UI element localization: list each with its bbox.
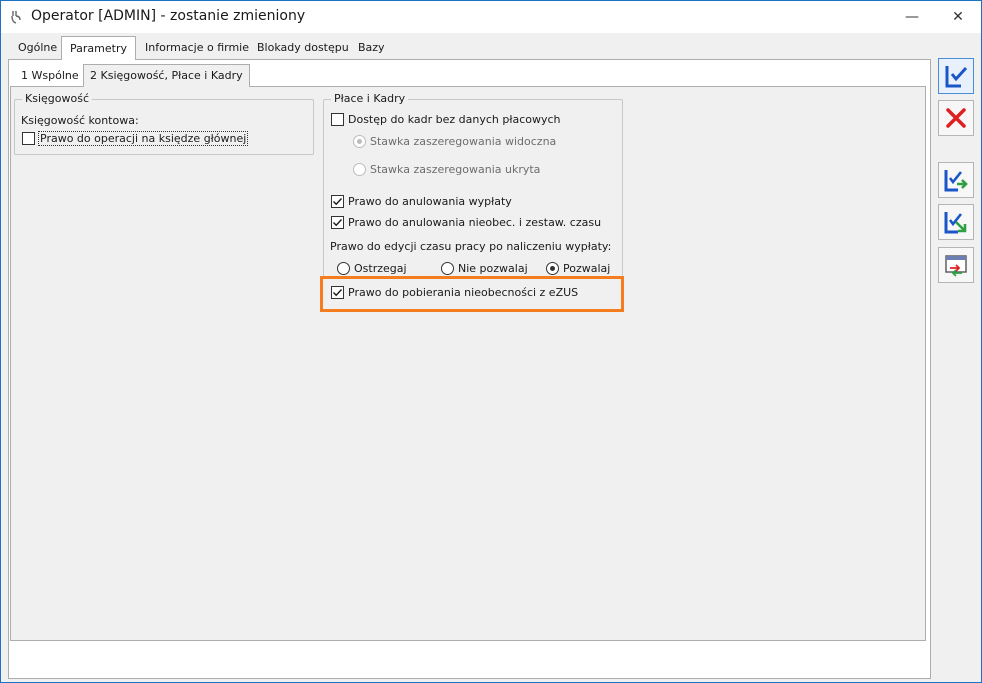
tab-ksiegowosc-place-kadry[interactable]: 2 Księgowość, Płace i Kadry (83, 64, 250, 87)
edycja-czasu-label: Prawo do edycji czasu pracy po naliczeni… (330, 240, 612, 253)
checkbox-label: Prawo do anulowania wypłaty (348, 195, 512, 208)
anulowanie-nieobec-checkbox[interactable]: Prawo do anulowania nieobec. i zestaw. c… (331, 216, 601, 229)
tab-bazy[interactable]: Bazy (350, 39, 393, 59)
check-icon (333, 198, 343, 206)
place-kadry-legend: Płace i Kadry (331, 92, 409, 105)
tab-wspolne[interactable]: 1 Wspólne (15, 67, 85, 86)
minimize-button[interactable]: — (889, 1, 935, 33)
operator-window: Operator [ADMIN] - zostanie zmieniony — … (0, 0, 982, 683)
anulowanie-wyplaty-checkbox[interactable]: Prawo do anulowania wypłaty (331, 195, 512, 208)
minimize-icon: — (905, 9, 919, 25)
highlight-frame (320, 276, 624, 312)
radio-label: Nie pozwalaj (458, 262, 528, 275)
radio-label: Pozwalaj (563, 262, 611, 275)
edycja-nie-pozwalaj-radio[interactable]: Nie pozwalaj (441, 262, 528, 275)
checkbox-label: Prawo do operacji na księdze głównej (37, 131, 249, 146)
radio-button[interactable] (337, 262, 350, 275)
save-next-button[interactable] (938, 162, 974, 198)
checkbox-box[interactable] (331, 113, 344, 126)
save-export-icon (944, 212, 967, 234)
close-icon: ✕ (952, 9, 964, 25)
title-bar: Operator [ADMIN] - zostanie zmieniony — … (1, 1, 981, 33)
cancel-button[interactable] (938, 100, 974, 136)
checkbox-box[interactable] (331, 195, 344, 208)
checkbox-label: Prawo do anulowania nieobec. i zestaw. c… (348, 216, 602, 229)
tab-blokady-dostepu[interactable]: Blokady dostępu (249, 39, 357, 59)
tab-parametry[interactable]: Parametry (61, 36, 136, 60)
checkbox-box[interactable] (22, 132, 35, 145)
radio-button[interactable] (546, 262, 559, 275)
edycja-ostrzegaj-radio[interactable]: Ostrzegaj (337, 262, 407, 275)
prawo-operacji-ksiega-checkbox[interactable]: Prawo do operacji na księdze głównej (22, 131, 249, 146)
dostep-kadr-checkbox[interactable]: Dostęp do kadr bez danych płacowych (331, 113, 561, 126)
change-button[interactable] (938, 247, 974, 283)
checkbox-box[interactable] (331, 216, 344, 229)
radio-label: Stawka zaszeregowania widoczna (370, 135, 557, 148)
stawka-widoczna-radio[interactable]: Stawka zaszeregowania widoczna (353, 135, 556, 148)
check-icon (333, 219, 343, 227)
save-icon (945, 66, 968, 88)
window-title: Operator [ADMIN] - zostanie zmieniony (31, 8, 306, 24)
ksiegowosc-legend: Księgowość (22, 92, 92, 105)
radio-button[interactable] (441, 262, 454, 275)
tab-ogolne[interactable]: Ogólne (10, 39, 65, 59)
tab-informacje-o-firmie[interactable]: Informacje o firmie (137, 39, 257, 59)
app-icon (11, 11, 21, 24)
edycja-pozwalaj-radio[interactable]: Pozwalaj (546, 262, 610, 275)
save-next-icon (944, 170, 968, 192)
close-button[interactable]: ✕ (935, 1, 981, 33)
ksiegowosc-kontowa-label: Księgowość kontowa: (21, 114, 139, 127)
change-icon (945, 255, 967, 277)
ksiegowosc-group: Księgowość (14, 92, 314, 155)
stawka-ukryta-radio[interactable]: Stawka zaszeregowania ukryta (353, 163, 540, 176)
checkbox-label: Dostęp do kadr bez danych płacowych (348, 113, 561, 126)
save-export-button[interactable] (938, 204, 974, 240)
radio-label: Ostrzegaj (354, 262, 407, 275)
cancel-icon (946, 108, 966, 128)
save-button[interactable] (938, 58, 974, 94)
radio-label: Stawka zaszeregowania ukryta (370, 163, 541, 176)
radio-button[interactable] (353, 135, 366, 148)
radio-button[interactable] (353, 163, 366, 176)
